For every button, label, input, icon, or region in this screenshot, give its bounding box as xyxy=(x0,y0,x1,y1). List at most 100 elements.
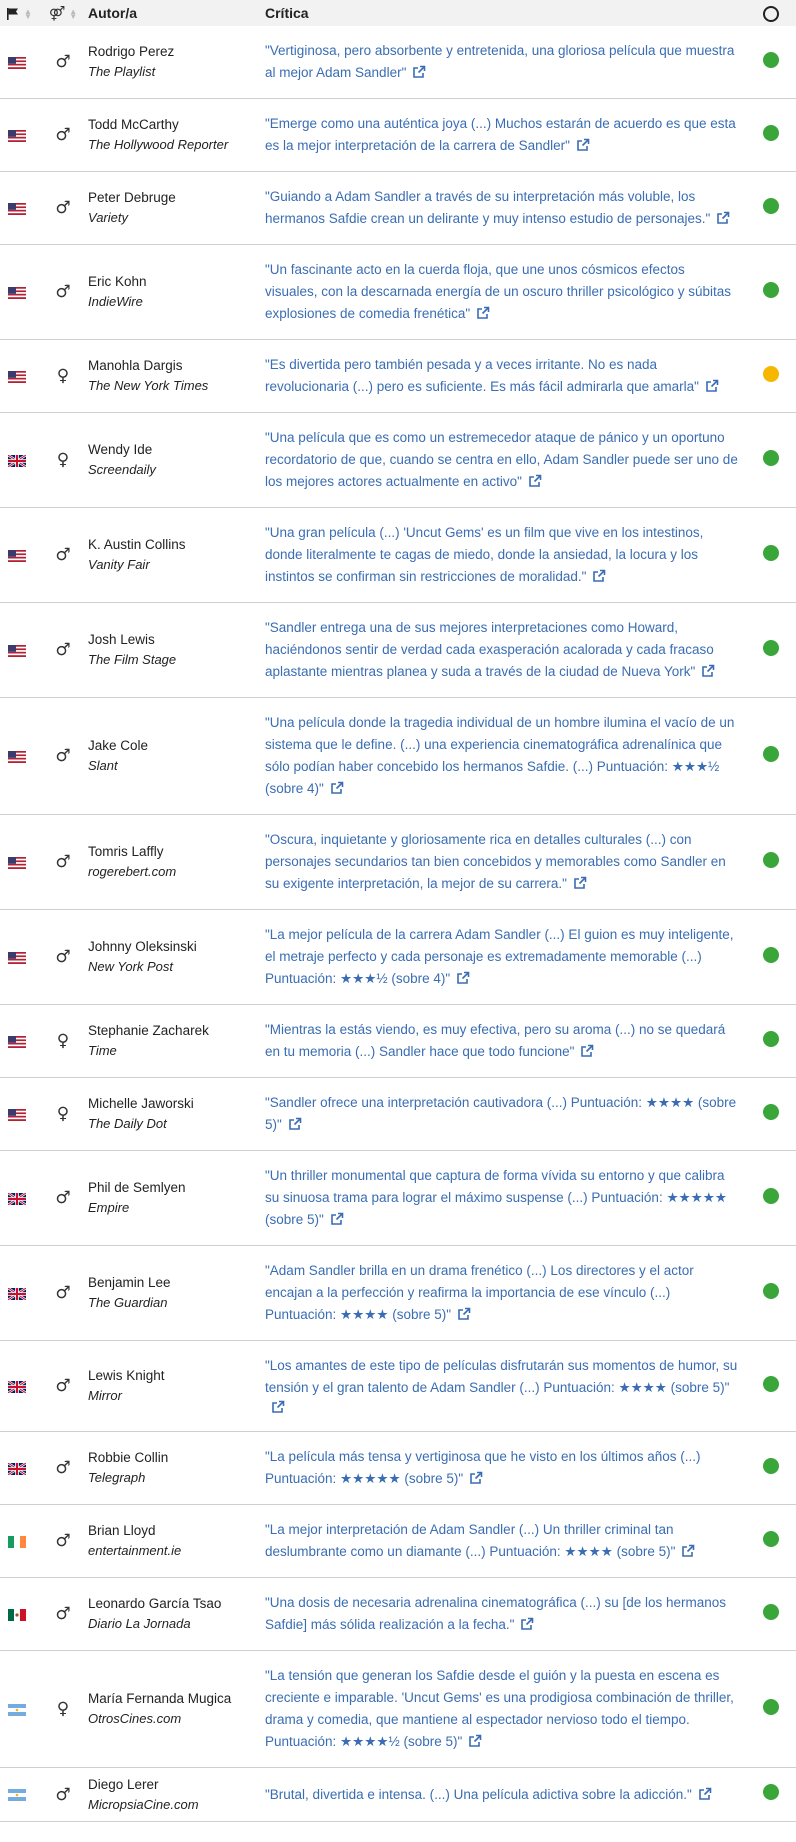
author-cell: K. Austin Collins Vanity Fair xyxy=(88,508,265,603)
critic-name: Stephanie Zacharek xyxy=(88,1023,209,1038)
critic-outlet: rogerebert.com xyxy=(88,864,177,879)
review-cell: "Emerge como una auténtica joya (...) Mu… xyxy=(265,99,745,172)
review-cell: "Sandler entrega una de sus mejores inte… xyxy=(265,603,745,698)
gender-cell: ♀ xyxy=(38,1078,88,1151)
critic-name: Josh Lewis xyxy=(88,632,155,647)
gender-cell: ♂ xyxy=(38,99,88,172)
external-link-icon[interactable] xyxy=(573,876,587,890)
critic-outlet: OtrosCines.com xyxy=(88,1711,182,1726)
review-row: ♂ Rodrigo Perez The Playlist "Vertiginosa, … xyxy=(0,26,796,99)
review-cell: "Es divertida pero también pesada y a ve… xyxy=(265,340,745,413)
flag-us-icon xyxy=(8,129,26,142)
author-cell: Manohla Dargis The New York Times xyxy=(88,340,265,413)
column-header-rating[interactable] xyxy=(745,0,796,26)
flag-us-icon xyxy=(8,644,26,657)
external-link-icon[interactable] xyxy=(592,569,606,583)
review-row: ♂ Leonardo García Tsao Diario La Jornada "U… xyxy=(0,1578,796,1651)
external-link-icon[interactable] xyxy=(580,1044,594,1058)
review-row: ♀ Michelle Jaworski The Daily Dot "Sandler … xyxy=(0,1078,796,1151)
gender-cell: ♂ xyxy=(38,815,88,910)
external-link-icon[interactable] xyxy=(330,781,344,795)
flag-us-icon xyxy=(8,1108,26,1121)
critic-outlet: Vanity Fair xyxy=(88,557,150,572)
external-link-icon[interactable] xyxy=(716,211,730,225)
column-header-country[interactable]: ▲ ▼ xyxy=(0,0,38,26)
rating-cell xyxy=(745,815,796,910)
female-symbol-icon: ♀ xyxy=(56,1699,70,1719)
review-row: ♀ María Fernanda Mugica OtrosCines.com "La … xyxy=(0,1651,796,1768)
male-symbol-icon: ♂ xyxy=(55,1283,71,1303)
review-quote: "Un fascinante acto en la cuerda floja, … xyxy=(265,262,732,321)
column-header-review[interactable]: Crítica xyxy=(265,0,745,26)
external-link-icon[interactable] xyxy=(288,1117,302,1131)
country-cell xyxy=(0,508,38,603)
review-quote: "Una película que es como un estremecedo… xyxy=(265,430,738,489)
external-link-icon[interactable] xyxy=(528,474,542,488)
flag-uk-icon xyxy=(7,1379,27,1394)
sort-arrows-icon[interactable]: ▲ ▼ xyxy=(24,8,32,21)
positive-rating-dot xyxy=(762,1282,779,1299)
external-link-icon[interactable] xyxy=(468,1734,482,1748)
review-row: ♂ Tomris Laffly rogerebert.com "Oscura, inq… xyxy=(0,815,796,910)
external-link-icon[interactable] xyxy=(705,379,719,393)
external-link-icon[interactable] xyxy=(698,1787,712,1801)
review-row: ♂ Phil de Semlyen Empire "Un thriller monum… xyxy=(0,1151,796,1246)
critic-outlet: The New York Times xyxy=(88,378,209,393)
critic-name: Robbie Collin xyxy=(88,1450,169,1465)
critic-outlet: New York Post xyxy=(88,959,174,974)
external-link-icon[interactable] xyxy=(457,1307,471,1321)
positive-rating-dot xyxy=(762,281,779,298)
external-link-icon[interactable] xyxy=(681,1544,695,1558)
female-symbol-icon: ♀ xyxy=(56,1031,70,1051)
flag-us-icon xyxy=(8,370,26,383)
external-link-icon[interactable] xyxy=(469,1471,483,1485)
rating-cell xyxy=(745,245,796,340)
review-quote: "Sandler entrega una de sus mejores inte… xyxy=(265,620,714,679)
author-cell: María Fernanda Mugica OtrosCines.com xyxy=(88,1651,265,1768)
external-link-icon[interactable] xyxy=(476,306,490,320)
positive-rating-dot xyxy=(762,1030,779,1047)
review-row: ♂ Eric Kohn IndieWire "Un fascinante acto e… xyxy=(0,245,796,340)
country-cell xyxy=(0,245,38,340)
male-symbol-icon: ♂ xyxy=(55,1188,71,1208)
review-row: ♀ Stephanie Zacharek Time "Mientras la está… xyxy=(0,1005,796,1078)
review-row: ♂ K. Austin Collins Vanity Fair "Una gran p… xyxy=(0,508,796,603)
positive-rating-dot xyxy=(762,639,779,656)
review-cell: "La mejor película de la carrera Adam Sa… xyxy=(265,910,745,1005)
rating-cell xyxy=(745,910,796,1005)
rating-cell xyxy=(745,413,796,508)
male-symbol-icon: ♂ xyxy=(55,1784,71,1805)
review-cell: "Vertiginosa, pero absorbente y entreten… xyxy=(265,26,745,99)
table-header-row: ▲ ▼ ⚤ ▲ ▼ Autor/a Crítica xyxy=(0,0,796,26)
flag-us-icon xyxy=(8,202,26,215)
review-row: ♂ Peter Debruge Variety "Guiando a Adam San… xyxy=(0,172,796,245)
male-symbol-icon: ♂ xyxy=(55,947,71,967)
gender-cell: ♀ xyxy=(38,1005,88,1078)
critic-name: Johnny Oleksinski xyxy=(88,939,197,954)
critic-name: Tomris Laffly xyxy=(88,844,164,859)
critic-name: Manohla Dargis xyxy=(88,358,183,373)
gender-cell: ♂ xyxy=(38,698,88,815)
external-link-icon[interactable] xyxy=(456,971,470,985)
column-header-author[interactable]: Autor/a xyxy=(88,0,265,26)
external-link-icon[interactable] xyxy=(412,65,426,79)
gender-cell: ♂ xyxy=(38,26,88,99)
external-link-icon[interactable] xyxy=(701,664,715,678)
external-link-icon[interactable] xyxy=(576,138,590,152)
critic-name: María Fernanda Mugica xyxy=(88,1691,232,1706)
author-cell: Josh Lewis The Film Stage xyxy=(88,603,265,698)
review-quote: "Una dosis de necesaria adrenalina cinem… xyxy=(265,1595,727,1632)
female-symbol-icon: ♀ xyxy=(56,450,70,470)
column-header-gender[interactable]: ⚤ ▲ ▼ xyxy=(38,0,88,26)
mixed-rating-dot xyxy=(762,365,779,382)
positive-rating-dot xyxy=(762,449,779,466)
critic-outlet: MicropsiaCine.com xyxy=(88,1796,199,1812)
author-cell: Phil de Semlyen Empire xyxy=(88,1151,265,1246)
positive-rating-dot xyxy=(762,124,779,141)
external-link-icon[interactable] xyxy=(520,1617,534,1631)
rating-cell xyxy=(745,1078,796,1151)
sort-arrows-icon[interactable]: ▲ ▼ xyxy=(69,7,77,20)
external-link-icon[interactable] xyxy=(330,1212,344,1226)
gender-cell: ♂ xyxy=(38,245,88,340)
external-link-icon[interactable] xyxy=(271,1400,285,1414)
